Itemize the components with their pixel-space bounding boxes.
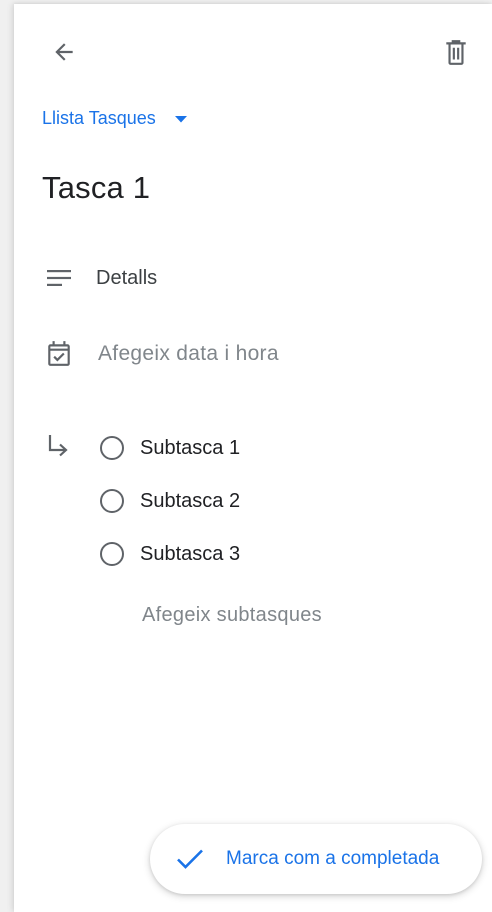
calendar-check-icon <box>42 337 76 371</box>
details-field[interactable]: Detalls <box>96 267 157 290</box>
subtask-checkbox[interactable] <box>100 542 124 566</box>
subtask-label: Subtasca 3 <box>140 542 241 565</box>
subtask-label: Subtasca 2 <box>140 489 241 512</box>
task-detail-screen: Llista Tasques Tasca 1 Detalls Afegeix d… <box>14 4 492 912</box>
caret-down-icon <box>174 114 188 124</box>
mark-complete-button[interactable]: Marca com a completada <box>150 824 482 894</box>
list-selector-label: Llista Tasques <box>42 108 156 128</box>
subtask-checkbox[interactable] <box>100 489 124 513</box>
trash-icon <box>446 40 466 65</box>
arrow-left-icon <box>55 43 73 61</box>
back-button[interactable] <box>42 30 86 74</box>
subtask-label: Subtasca 1 <box>140 436 241 459</box>
check-icon <box>176 848 204 870</box>
add-subtasks-button[interactable]: Afegeix subtasques <box>142 604 322 627</box>
list-selector[interactable]: Llista Tasques <box>42 108 188 129</box>
subtask-item[interactable]: Subtasca 1 <box>100 436 240 460</box>
date-row[interactable]: Afegeix data i hora <box>42 337 279 371</box>
subdirectory-arrow-icon <box>48 435 68 457</box>
subtask-checkbox[interactable] <box>100 436 124 460</box>
add-date-time[interactable]: Afegeix data i hora <box>98 342 279 366</box>
delete-button[interactable] <box>434 30 478 74</box>
notes-icon <box>42 261 76 295</box>
details-row[interactable]: Detalls <box>42 261 157 295</box>
subtask-item[interactable]: Subtasca 2 <box>100 489 240 513</box>
task-title[interactable]: Tasca 1 <box>42 170 150 206</box>
subtask-item[interactable]: Subtasca 3 <box>100 542 240 566</box>
mark-complete-label: Marca com a completada <box>226 848 440 869</box>
